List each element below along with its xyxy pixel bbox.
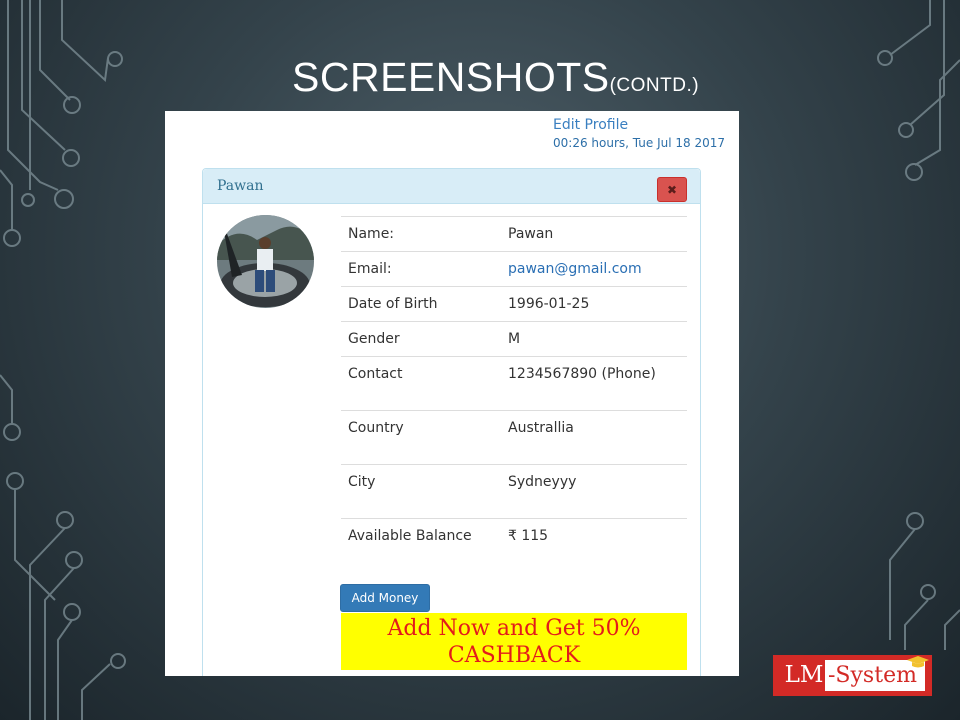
close-button[interactable]: ✖ [657, 177, 687, 202]
dob-label: Date of Birth [341, 286, 501, 322]
gender-value: M [501, 321, 687, 357]
avatar [217, 215, 314, 308]
graduation-cap-icon [907, 656, 929, 668]
balance-label: Available Balance [348, 528, 472, 544]
profile-screenshot: Edit Profile 00:26 hours, Tue Jul 18 201… [165, 111, 739, 676]
name-value: Pawan [501, 216, 687, 252]
cashback-banner: Add Now and Get 50% CASHBACK [341, 613, 687, 670]
table-row: Gender M [341, 321, 687, 357]
panel-heading: Pawan ✖ [203, 169, 700, 204]
email-link[interactable]: pawan@gmail.com [508, 261, 642, 277]
logo-lm-text: LM [781, 660, 827, 691]
dob-value: 1996-01-25 [501, 286, 687, 322]
table-row: Email: pawan@gmail.com [341, 251, 687, 287]
city-label: City [341, 464, 501, 519]
balance-value: ₹ 115 [508, 528, 549, 544]
country-label: Country [341, 410, 501, 465]
table-row: Available Balance ₹ 115 [341, 519, 687, 554]
close-icon: ✖ [666, 183, 678, 197]
contact-label: Contact [341, 356, 501, 411]
panel-title: Pawan [217, 178, 264, 194]
contact-value: 1234567890 (Phone) [501, 356, 687, 411]
profile-details-table: Name: Pawan Email: pawan@gmail.com Date … [341, 216, 687, 553]
country-value: Australlia [501, 410, 687, 465]
session-timestamp: 00:26 hours, Tue Jul 18 2017 [553, 136, 725, 150]
table-row: City Sydneyyy [341, 464, 687, 519]
promo-line-2: CASHBACK [447, 643, 581, 668]
table-row: Name: Pawan [341, 216, 687, 252]
slide-title-sub: (CONTD.) [609, 75, 700, 96]
promo-line-1: Add Now and Get 50% [387, 616, 641, 641]
name-label: Name: [341, 216, 501, 252]
add-money-button[interactable]: Add Money [340, 584, 430, 612]
table-row: Contact 1234567890 (Phone) [341, 356, 687, 411]
profile-panel: Pawan ✖ Name: Pawan Email: pawan@gmail.c… [202, 168, 701, 676]
gender-label: Gender [341, 321, 501, 357]
table-row: Date of Birth 1996-01-25 [341, 286, 687, 322]
slide-title-main: SCREENSHOTS [292, 54, 610, 100]
table-row: Country Australlia [341, 410, 687, 465]
city-value: Sydneyyy [501, 464, 687, 519]
edit-profile-link[interactable]: Edit Profile [553, 117, 628, 133]
email-label: Email: [341, 251, 501, 287]
slide-title: SCREENSHOTS(CONTD.) [292, 54, 699, 101]
lm-system-logo: LM -System [773, 655, 932, 696]
